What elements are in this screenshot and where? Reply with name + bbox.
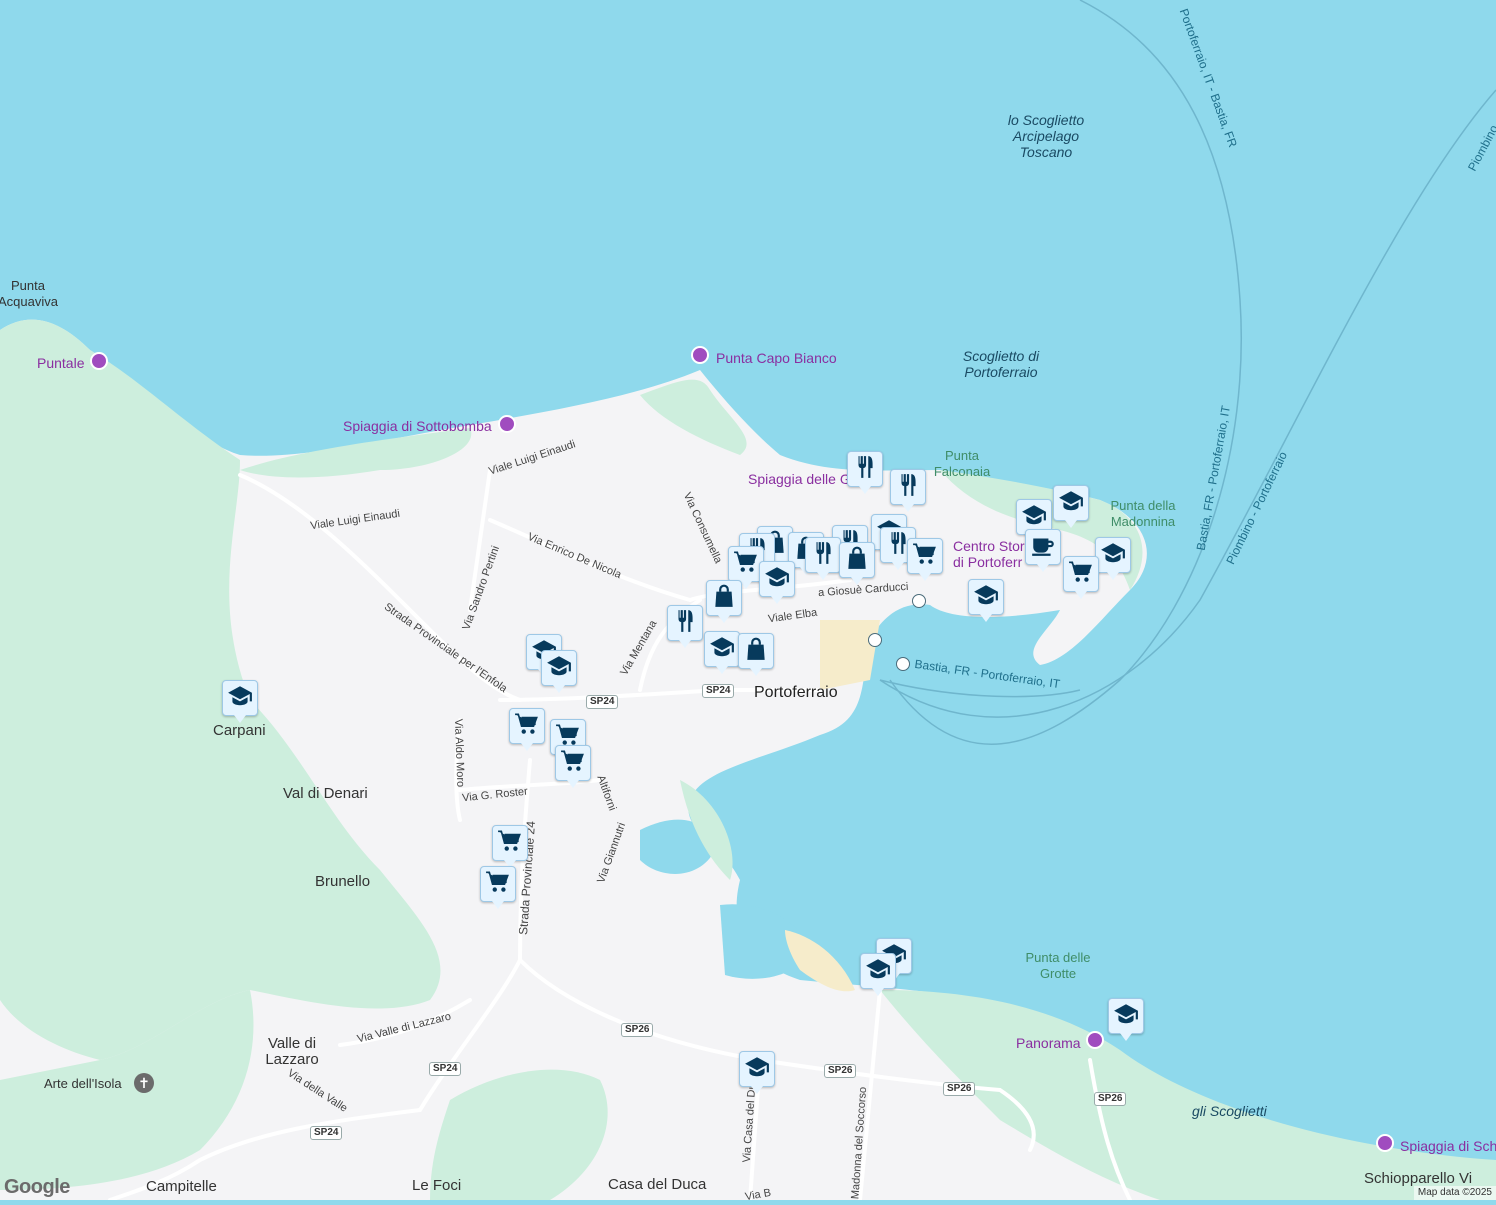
school-icon	[1058, 488, 1084, 519]
restaurant-marker[interactable]	[805, 537, 841, 580]
shopping-cart-marker[interactable]	[907, 538, 943, 581]
shopping-cart-marker[interactable]	[492, 825, 528, 868]
school-marker[interactable]	[968, 579, 1004, 622]
shopping-bag-marker[interactable]	[738, 633, 774, 676]
brunello-label: Brunello	[315, 873, 371, 890]
gli-scoglietti-label: gli Scoglietti	[1192, 1103, 1267, 1119]
shopping-cart-icon	[1068, 559, 1094, 590]
school-marker[interactable]	[1095, 537, 1131, 580]
scoglietto-portoferraio-label: Scoglietto di Portoferraio	[962, 348, 1040, 380]
panorama-label[interactable]: Panorama	[1016, 1035, 1081, 1051]
scoglietto-arcipelago-label: lo Scoglietto Arcipelago Toscano	[1007, 112, 1085, 160]
shopping-bag-icon	[711, 583, 737, 614]
punta-madonnina-label: Punta della Madonnina	[1110, 498, 1176, 529]
ferry-icon[interactable]	[896, 657, 910, 671]
restaurant-marker[interactable]	[667, 605, 703, 648]
church-icon[interactable]: ✝	[134, 1073, 154, 1093]
cafe-icon	[1030, 532, 1056, 563]
road-shield-sp24: SP24	[586, 695, 619, 709]
centro-storico-label[interactable]: Centro Stori di Portoferr	[953, 538, 1028, 570]
road-shield-sp26: SP26	[824, 1064, 857, 1078]
school-icon	[865, 956, 891, 987]
school-icon	[764, 564, 790, 595]
school-icon	[1113, 1001, 1139, 1032]
school-marker[interactable]	[860, 953, 896, 996]
camera-icon[interactable]	[1086, 1031, 1104, 1049]
restaurant-marker[interactable]	[847, 451, 883, 494]
ferry-icon[interactable]	[868, 633, 882, 647]
road-shield-sp26: SP26	[943, 1082, 976, 1096]
camera-icon[interactable]	[691, 346, 709, 364]
street-label: Via B	[744, 1186, 772, 1204]
road-shield-sp24: SP24	[702, 684, 735, 698]
school-icon	[1021, 502, 1047, 533]
restaurant-icon	[852, 454, 878, 485]
school-marker[interactable]	[541, 650, 577, 693]
camera-icon[interactable]	[498, 415, 516, 433]
ferry-icon[interactable]	[912, 594, 926, 608]
school-icon	[744, 1054, 770, 1085]
punta-falconaia-label: Punta Falconaia	[933, 448, 991, 479]
school-marker[interactable]	[222, 680, 258, 723]
restaurant-icon	[895, 472, 921, 503]
le-foci-label: Le Foci	[412, 1177, 462, 1194]
shopping-bag-marker[interactable]	[706, 580, 742, 623]
shopping-cart-icon	[497, 828, 523, 859]
shopping-cart-icon	[485, 869, 511, 900]
restaurant-icon	[810, 540, 836, 571]
val-di-denari-label: Val di Denari	[283, 785, 368, 802]
spiaggia-ghiaie-label[interactable]: Spiaggia delle G	[748, 471, 851, 487]
shopping-bag-marker[interactable]	[839, 542, 875, 585]
schiopparello-label: Schiopparello Vi	[1364, 1170, 1473, 1187]
cafe-marker[interactable]	[1025, 529, 1061, 572]
campitelle-label: Campitelle	[146, 1178, 217, 1195]
puntale-label[interactable]: Puntale	[37, 355, 84, 371]
shopping-cart-icon	[514, 711, 540, 742]
carpani-label: Carpani	[213, 722, 266, 739]
shopping-bag-icon	[743, 636, 769, 667]
valle-di-lazzaro-label: Valle di Lazzaro	[265, 1035, 319, 1068]
shopping-cart-icon	[560, 748, 586, 779]
school-icon	[973, 582, 999, 613]
road-shield-sp24: SP24	[429, 1062, 462, 1076]
shopping-cart-icon	[912, 541, 938, 572]
shopping-cart-marker[interactable]	[509, 708, 545, 751]
punta-acquaviva-label: Punta Acquaviva	[0, 278, 58, 309]
school-icon	[546, 653, 572, 684]
restaurant-icon	[672, 608, 698, 639]
school-icon	[709, 634, 735, 665]
shopping-cart-marker[interactable]	[1063, 556, 1099, 599]
portoferraio-label: Portoferraio	[754, 684, 838, 701]
road-shield-sp26: SP26	[621, 1023, 654, 1037]
punta-grotte-label: Punta delle Grotte	[1025, 950, 1091, 981]
camera-icon[interactable]	[90, 352, 108, 370]
school-marker[interactable]	[739, 1051, 775, 1094]
spiaggia-sch-label[interactable]: Spiaggia di Sch	[1400, 1138, 1496, 1154]
school-marker[interactable]	[1053, 485, 1089, 528]
map-attribution: Map data ©2025	[1413, 1186, 1496, 1200]
road-shield-sp24: SP24	[310, 1126, 343, 1140]
school-marker[interactable]	[759, 561, 795, 604]
restaurant-marker[interactable]	[890, 469, 926, 512]
school-icon	[1100, 540, 1126, 571]
google-logo: Google	[4, 1176, 70, 1198]
casa-del-duca-label: Casa del Duca	[608, 1176, 707, 1193]
shopping-cart-marker[interactable]	[555, 745, 591, 788]
map-canvas[interactable]	[0, 0, 1496, 1200]
school-marker[interactable]	[1108, 998, 1144, 1041]
school-icon	[227, 683, 253, 714]
camera-icon[interactable]	[1376, 1134, 1394, 1152]
arte-isola-label[interactable]: Arte dell'Isola	[44, 1076, 122, 1092]
shopping-cart-marker[interactable]	[480, 866, 516, 909]
spiaggia-sottobomba-label[interactable]: Spiaggia di Sottobomba	[343, 418, 492, 434]
road-shield-sp26: SP26	[1094, 1092, 1127, 1106]
shopping-cart-icon	[733, 549, 759, 580]
punta-capo-bianco-label[interactable]: Punta Capo Bianco	[716, 350, 837, 366]
street-label: Via Aldo Moro	[451, 718, 467, 788]
school-marker[interactable]	[704, 631, 740, 674]
shopping-bag-icon	[844, 545, 870, 576]
